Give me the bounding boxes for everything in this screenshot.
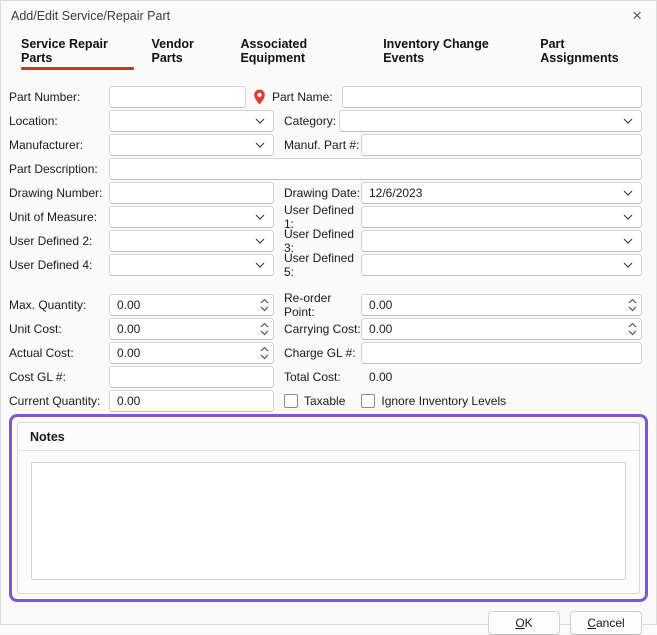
chevron-down-icon	[623, 262, 633, 268]
part-number-label: Part Number:	[9, 90, 109, 104]
row-current-quantity: Current Quantity: Taxable Ignore Invento…	[9, 390, 642, 412]
category-select[interactable]	[339, 110, 642, 132]
notes-title: Notes	[18, 423, 639, 451]
tab-part-assignments[interactable]: Part Assignments	[540, 37, 639, 73]
add-edit-service-repair-part-dialog: Add/Edit Service/Repair Part × Service R…	[0, 0, 657, 625]
ignore-inventory-levels-label: Ignore Inventory Levels	[381, 394, 506, 408]
chevron-down-icon	[255, 118, 265, 124]
drawing-number-input[interactable]	[109, 182, 274, 204]
notes-group: Notes	[17, 422, 640, 594]
row-part-number: Part Number: Part Name:	[9, 86, 642, 108]
total-cost-label: Total Cost:	[284, 370, 361, 384]
charge-gl-label: Charge GL #:	[284, 346, 361, 360]
dialog-title: Add/Edit Service/Repair Part	[11, 9, 170, 23]
stepper-arrows-icon[interactable]	[260, 346, 269, 360]
stepper-arrows-icon[interactable]	[628, 298, 637, 312]
form-area: Part Number: Part Name: Location: Catego…	[1, 86, 656, 412]
manuf-part-label: Manuf. Part #:	[284, 138, 361, 152]
row-actual-cost: Actual Cost: Charge GL #:	[9, 342, 642, 364]
user-defined-5-select[interactable]	[361, 254, 642, 276]
tab-service-repair-parts[interactable]: Service Repair Parts	[21, 37, 134, 73]
reorder-point-stepper[interactable]	[361, 294, 642, 316]
part-name-input[interactable]	[342, 86, 642, 108]
user-defined-5-label: User Defined 5:	[284, 251, 361, 279]
close-icon[interactable]: ×	[630, 9, 644, 23]
chevron-down-icon	[255, 142, 265, 148]
chevron-down-icon	[623, 238, 633, 244]
actual-cost-stepper[interactable]	[109, 342, 274, 364]
user-defined-3-select[interactable]	[361, 230, 642, 252]
chevron-down-icon	[623, 214, 633, 220]
total-cost-value: 0.00	[361, 370, 642, 384]
row-manufacturer: Manufacturer: Manuf. Part #:	[9, 134, 642, 156]
location-label: Location:	[9, 114, 109, 128]
user-defined-2-label: User Defined 2:	[9, 234, 109, 248]
drawing-date-label: Drawing Date:	[284, 186, 361, 200]
titlebar: Add/Edit Service/Repair Part ×	[1, 1, 656, 27]
current-quantity-label: Current Quantity:	[9, 394, 109, 408]
manuf-part-input[interactable]	[361, 134, 642, 156]
notes-highlight-border: Notes	[9, 414, 648, 602]
chevron-down-icon	[623, 118, 633, 124]
location-pin-icon	[246, 89, 272, 105]
max-quantity-stepper[interactable]	[109, 294, 274, 316]
chevron-down-icon	[255, 238, 265, 244]
row-part-description: Part Description:	[9, 158, 642, 180]
unit-of-measure-select[interactable]	[109, 206, 274, 228]
row-ud4-ud5: User Defined 4: User Defined 5:	[9, 254, 642, 276]
manufacturer-select[interactable]	[109, 134, 274, 156]
reorder-point-label: Re-order Point:	[284, 291, 361, 319]
cost-gl-label: Cost GL #:	[9, 370, 109, 384]
current-quantity-input[interactable]	[109, 390, 274, 412]
row-uom: Unit of Measure: User Defined 1:	[9, 206, 642, 228]
chevron-down-icon	[255, 262, 265, 268]
unit-cost-stepper[interactable]	[109, 318, 274, 340]
tab-vendor-parts[interactable]: Vendor Parts	[151, 37, 223, 73]
notes-textarea[interactable]	[31, 462, 626, 580]
row-cost-gl: Cost GL #: Total Cost: 0.00	[9, 366, 642, 388]
part-description-label: Part Description:	[9, 162, 109, 176]
tab-associated-equipment[interactable]: Associated Equipment	[240, 37, 366, 73]
drawing-date-select[interactable]: 12/6/2023	[361, 182, 642, 204]
row-drawing: Drawing Number: Drawing Date: 12/6/2023	[9, 182, 642, 204]
max-quantity-label: Max. Quantity:	[9, 298, 109, 312]
user-defined-4-label: User Defined 4:	[9, 258, 109, 272]
row-location: Location: Category:	[9, 110, 642, 132]
row-unit-cost: Unit Cost: Carrying Cost:	[9, 318, 642, 340]
charge-gl-input[interactable]	[361, 342, 642, 364]
cancel-button[interactable]: Cancel	[570, 611, 642, 635]
tab-inventory-change-events[interactable]: Inventory Change Events	[383, 37, 523, 73]
manufacturer-label: Manufacturer:	[9, 138, 109, 152]
carrying-cost-stepper[interactable]	[361, 318, 642, 340]
row-ud2-ud3: User Defined 2: User Defined 3:	[9, 230, 642, 252]
ignore-inventory-levels-checkbox[interactable]	[361, 394, 375, 408]
chevron-down-icon	[255, 214, 265, 220]
unit-of-measure-label: Unit of Measure:	[9, 210, 109, 224]
ok-button[interactable]: OK	[488, 611, 560, 635]
taxable-checkbox[interactable]	[284, 394, 298, 408]
dialog-buttons: OK Cancel	[1, 611, 642, 635]
unit-cost-label: Unit Cost:	[9, 322, 109, 336]
cost-gl-input[interactable]	[109, 366, 274, 388]
category-label: Category:	[284, 114, 339, 128]
part-description-input[interactable]	[109, 158, 642, 180]
stepper-arrows-icon[interactable]	[260, 298, 269, 312]
part-name-label: Part Name:	[272, 90, 342, 104]
row-max-quantity: Max. Quantity: Re-order Point:	[9, 294, 642, 316]
user-defined-1-select[interactable]	[361, 206, 642, 228]
chevron-down-icon	[623, 190, 633, 196]
user-defined-4-select[interactable]	[109, 254, 274, 276]
stepper-arrows-icon[interactable]	[628, 322, 637, 336]
actual-cost-label: Actual Cost:	[9, 346, 109, 360]
location-select[interactable]	[109, 110, 274, 132]
stepper-arrows-icon[interactable]	[260, 322, 269, 336]
taxable-label: Taxable	[304, 394, 345, 408]
user-defined-2-select[interactable]	[109, 230, 274, 252]
part-number-input[interactable]	[109, 86, 246, 108]
drawing-number-label: Drawing Number:	[9, 186, 109, 200]
carrying-cost-label: Carrying Cost:	[284, 322, 361, 336]
tab-bar: Service Repair Parts Vendor Parts Associ…	[1, 37, 656, 73]
